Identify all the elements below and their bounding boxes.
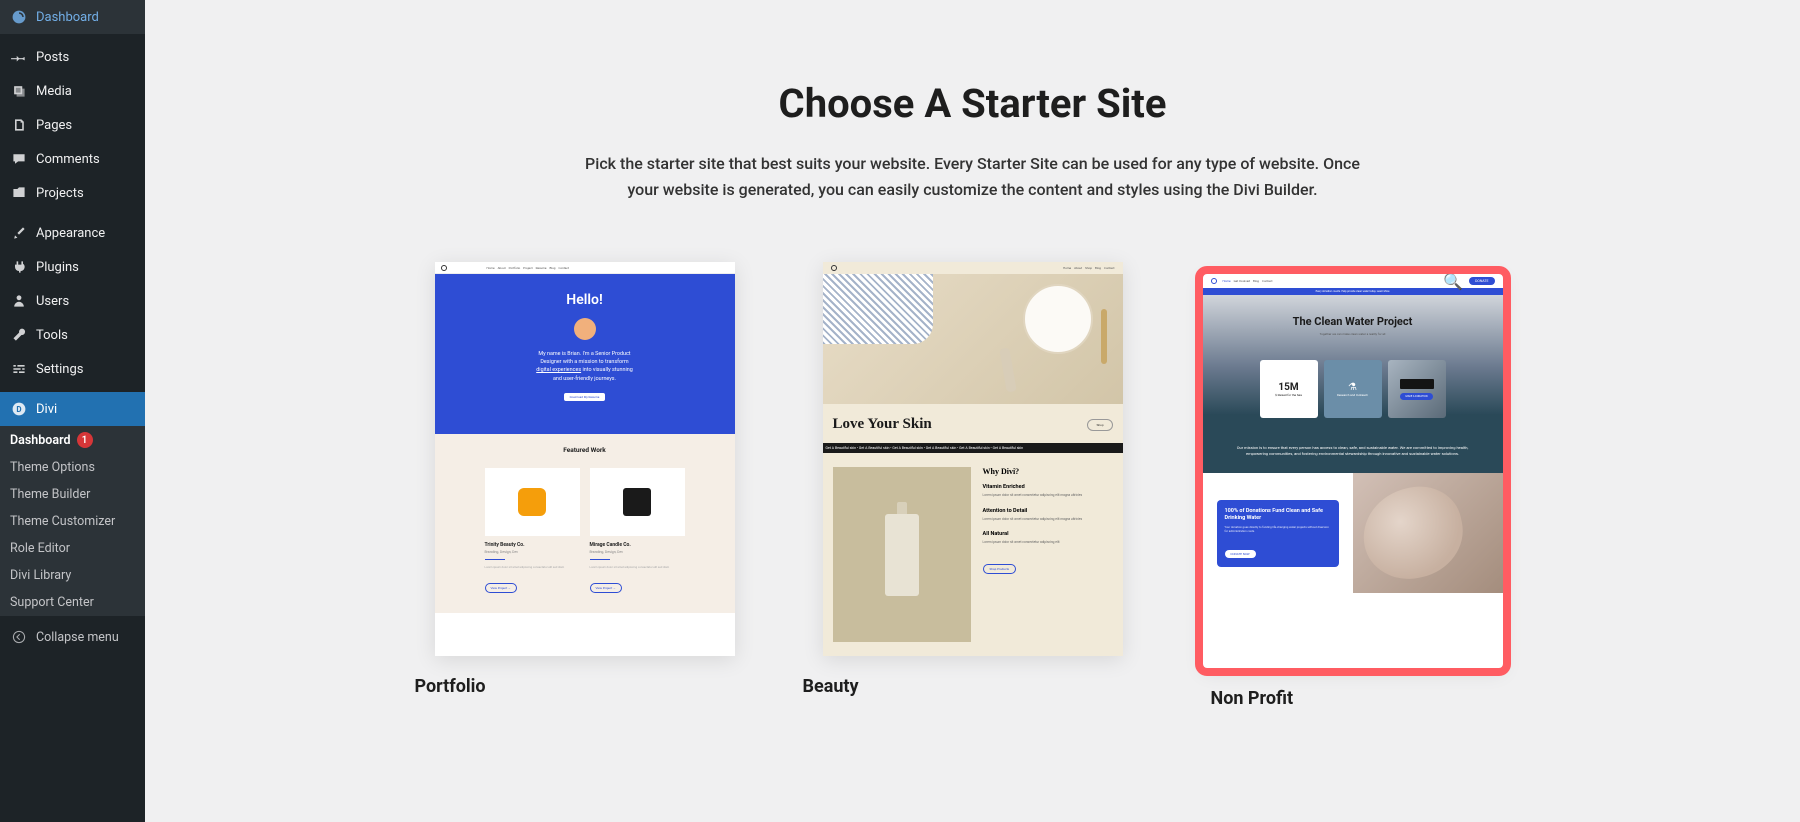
gauge-icon bbox=[10, 8, 28, 26]
starter-site-grid: HomeAboutPortfolioProjectResumeBlogConta… bbox=[205, 262, 1740, 721]
submenu-label: Dashboard bbox=[10, 433, 71, 448]
hands-image bbox=[1353, 473, 1503, 593]
portfolio-thumbnail: HomeAboutPortfolioProjectResumeBlogConta… bbox=[435, 262, 735, 656]
sidebar-item-users[interactable]: Users bbox=[0, 284, 145, 318]
sidebar-item-appearance[interactable]: Appearance bbox=[0, 216, 145, 250]
stat-card: ⚗ Research and Outreach bbox=[1324, 360, 1382, 418]
submenu-item-theme-builder[interactable]: Theme Builder bbox=[0, 481, 145, 508]
svg-text:D: D bbox=[16, 405, 21, 414]
sidebar-item-posts[interactable]: Posts bbox=[0, 40, 145, 74]
page-header: Choose A Starter Site Pick the starter s… bbox=[573, 80, 1373, 202]
main-content: Choose A Starter Site Pick the starter s… bbox=[145, 0, 1800, 822]
donate-button: DONATE NOW bbox=[1225, 550, 1256, 558]
hero-title: Love Your Skin Shop bbox=[823, 404, 1123, 443]
thumb-nav: HomeAboutShopBlogContact bbox=[1063, 266, 1114, 270]
sidebar-item-label: Users bbox=[36, 294, 69, 309]
card-label: Beauty bbox=[803, 676, 1143, 697]
hero-title: The Clean Water Project bbox=[1217, 315, 1489, 328]
sidebar-item-projects[interactable]: Projects bbox=[0, 176, 145, 210]
nonprofit-thumbnail: HomeGet InvolvedBlogContact 🔍 DONATE Eve… bbox=[1203, 274, 1503, 668]
pin-icon bbox=[10, 48, 28, 66]
thumb-nav: HomeAboutPortfolioProjectResumeBlogConta… bbox=[487, 266, 570, 270]
collapse-menu[interactable]: Collapse menu bbox=[0, 620, 145, 654]
notification-badge: 1 bbox=[77, 432, 93, 448]
projects-icon bbox=[10, 184, 28, 202]
project-image bbox=[590, 468, 685, 536]
sidebar-item-settings[interactable]: Settings bbox=[0, 352, 145, 386]
beauty-thumbnail: HomeAboutShopBlogContact Love Your Skin … bbox=[823, 262, 1123, 656]
shop-button: Shop bbox=[1087, 419, 1112, 431]
sidebar-item-label: Settings bbox=[36, 362, 83, 377]
view-button: View Project → bbox=[590, 583, 622, 593]
mission-text: Our mission is to ensure that every pers… bbox=[1203, 415, 1503, 473]
sidebar-item-pages[interactable]: Pages bbox=[0, 108, 145, 142]
cta-box: 100% of Donations Fund Clean and Safe Dr… bbox=[1217, 500, 1339, 567]
brush-icon bbox=[10, 224, 28, 242]
sidebar-item-label: Media bbox=[36, 84, 72, 99]
card-label: Portfolio bbox=[415, 676, 755, 697]
sidebar-item-label: Tools bbox=[36, 328, 68, 343]
flask-icon: ⚗ bbox=[1348, 382, 1357, 393]
user-icon bbox=[10, 292, 28, 310]
starter-card-nonprofit[interactable]: HomeGet InvolvedBlogContact 🔍 DONATE Eve… bbox=[1191, 262, 1531, 721]
sidebar-item-label: Plugins bbox=[36, 260, 79, 275]
submenu-item-dashboard[interactable]: Dashboard 1 bbox=[0, 426, 145, 454]
submenu-item-divi-library[interactable]: Divi Library bbox=[0, 562, 145, 589]
sidebar-item-label: Dashboard bbox=[36, 10, 99, 25]
hero-button: Download My Resume bbox=[564, 393, 606, 401]
section-title: Featured Work bbox=[455, 446, 715, 454]
hero-title: Hello! bbox=[455, 292, 715, 308]
sidebar-item-label: Appearance bbox=[36, 226, 105, 241]
avatar bbox=[574, 318, 596, 340]
starter-card-portfolio[interactable]: HomeAboutPortfolioProjectResumeBlogConta… bbox=[415, 262, 755, 721]
sidebar-item-label: Divi bbox=[36, 402, 57, 417]
page-description: Pick the starter site that best suits yo… bbox=[573, 151, 1373, 202]
page-title: Choose A Starter Site bbox=[573, 80, 1373, 127]
submenu-item-theme-customizer[interactable]: Theme Customizer bbox=[0, 508, 145, 535]
sidebar-item-label: Comments bbox=[36, 152, 100, 167]
plug-icon bbox=[10, 258, 28, 276]
sidebar-item-comments[interactable]: Comments bbox=[0, 142, 145, 176]
hero-image bbox=[823, 274, 1123, 404]
product-image bbox=[833, 467, 971, 642]
thumb-nav: HomeGet InvolvedBlogContact bbox=[1223, 279, 1438, 283]
admin-sidebar: Dashboard Posts Media Pages Comments Pro… bbox=[0, 0, 145, 822]
donate-button: DONATE bbox=[1469, 277, 1494, 285]
divi-icon: D bbox=[10, 400, 28, 418]
collapse-label: Collapse menu bbox=[36, 630, 119, 645]
sidebar-item-media[interactable]: Media bbox=[0, 74, 145, 108]
submenu-item-theme-options[interactable]: Theme Options bbox=[0, 454, 145, 481]
stat-card: 15M $ Raised for the Sea bbox=[1260, 360, 1318, 418]
sidebar-item-label: Projects bbox=[36, 186, 84, 201]
divi-submenu: Dashboard 1 Theme Options Theme Builder … bbox=[0, 426, 145, 616]
sidebar-item-dashboard[interactable]: Dashboard bbox=[0, 0, 145, 34]
sidebar-item-plugins[interactable]: Plugins bbox=[0, 250, 145, 284]
starter-card-beauty[interactable]: HomeAboutShopBlogContact Love Your Skin … bbox=[803, 262, 1143, 721]
shop-button: Shop Products bbox=[983, 564, 1017, 574]
logo-icon bbox=[831, 265, 837, 271]
logo-icon bbox=[441, 265, 447, 271]
sliders-icon bbox=[10, 360, 28, 378]
media-icon bbox=[10, 82, 28, 100]
collapse-icon bbox=[10, 628, 28, 646]
project-image bbox=[485, 468, 580, 536]
pages-icon bbox=[10, 116, 28, 134]
sidebar-item-label: Pages bbox=[36, 118, 72, 133]
card-label: Non Profit bbox=[1211, 688, 1519, 709]
sidebar-item-divi[interactable]: D Divi bbox=[0, 392, 145, 426]
sidebar-item-tools[interactable]: Tools bbox=[0, 318, 145, 352]
marquee: Get A Beautiful skin • Get A Beautiful s… bbox=[823, 443, 1123, 453]
sidebar-item-label: Posts bbox=[36, 50, 69, 65]
view-button: View Project → bbox=[485, 583, 517, 593]
logo-icon bbox=[1211, 278, 1217, 284]
stat-card: MAKE A DONATION bbox=[1388, 360, 1446, 418]
wrench-icon bbox=[10, 326, 28, 344]
submenu-item-support-center[interactable]: Support Center bbox=[0, 589, 145, 616]
submenu-item-role-editor[interactable]: Role Editor bbox=[0, 535, 145, 562]
comment-icon bbox=[10, 150, 28, 168]
